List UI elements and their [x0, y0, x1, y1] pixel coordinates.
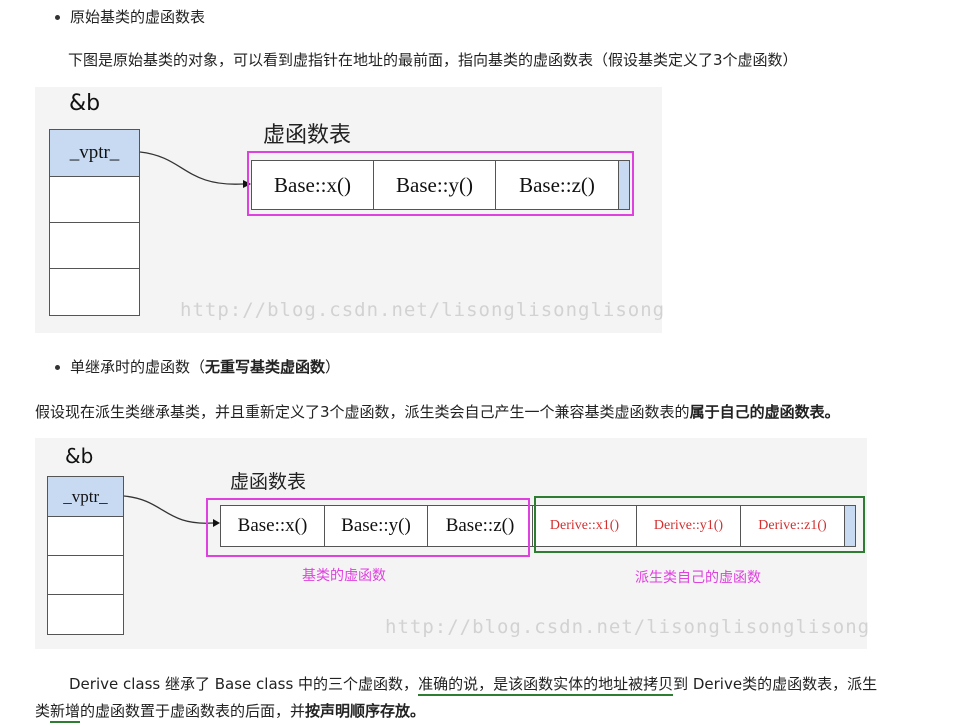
section3-line2: 类新增的虚函数置于虚函数表的后面，并按声明顺序存放。 — [35, 701, 425, 723]
derive-caption: 派生类自己的虚函数 — [635, 570, 761, 586]
figure-2: &b _vptr_ 虚函数表 Base::x() Base::y() Base:… — [35, 438, 871, 649]
derive-highlight-box — [534, 496, 865, 553]
section2-bullet: 单继承时的虚函数（无重写基类虚函数） — [70, 358, 341, 376]
vtable-label: 虚函数表 — [263, 123, 352, 148]
figure-1: &b _vptr_ 虚函数表 Base::x() Base::y() Base:… — [35, 87, 666, 333]
section1-paragraph: 下图是原始基类的对象，可以看到虚指针在地址的最前面，指向基类的虚函数表（假设基类… — [68, 51, 798, 69]
section2-paragraph: 假设现在派生类继承基类，并且重新定义了3个虚函数，派生类会自己产生一个兼容基类虚… — [35, 403, 840, 421]
watermark: http://blog.csdn.net/lisonglisonglisong — [385, 616, 871, 638]
vtable-label: 虚函数表 — [230, 471, 307, 493]
base-highlight-box — [206, 498, 530, 557]
base-caption: 基类的虚函数 — [302, 568, 386, 584]
bullet-dot — [55, 365, 60, 370]
bullet-dot — [55, 15, 60, 20]
highlight-box — [247, 151, 634, 216]
watermark: http://blog.csdn.net/lisonglisonglisong — [180, 299, 666, 321]
section3-line1: Derive class 继承了 Base class 中的三个虚函数，准确的说… — [69, 674, 877, 696]
section1-bullet: 原始基类的虚函数表 — [70, 8, 206, 26]
